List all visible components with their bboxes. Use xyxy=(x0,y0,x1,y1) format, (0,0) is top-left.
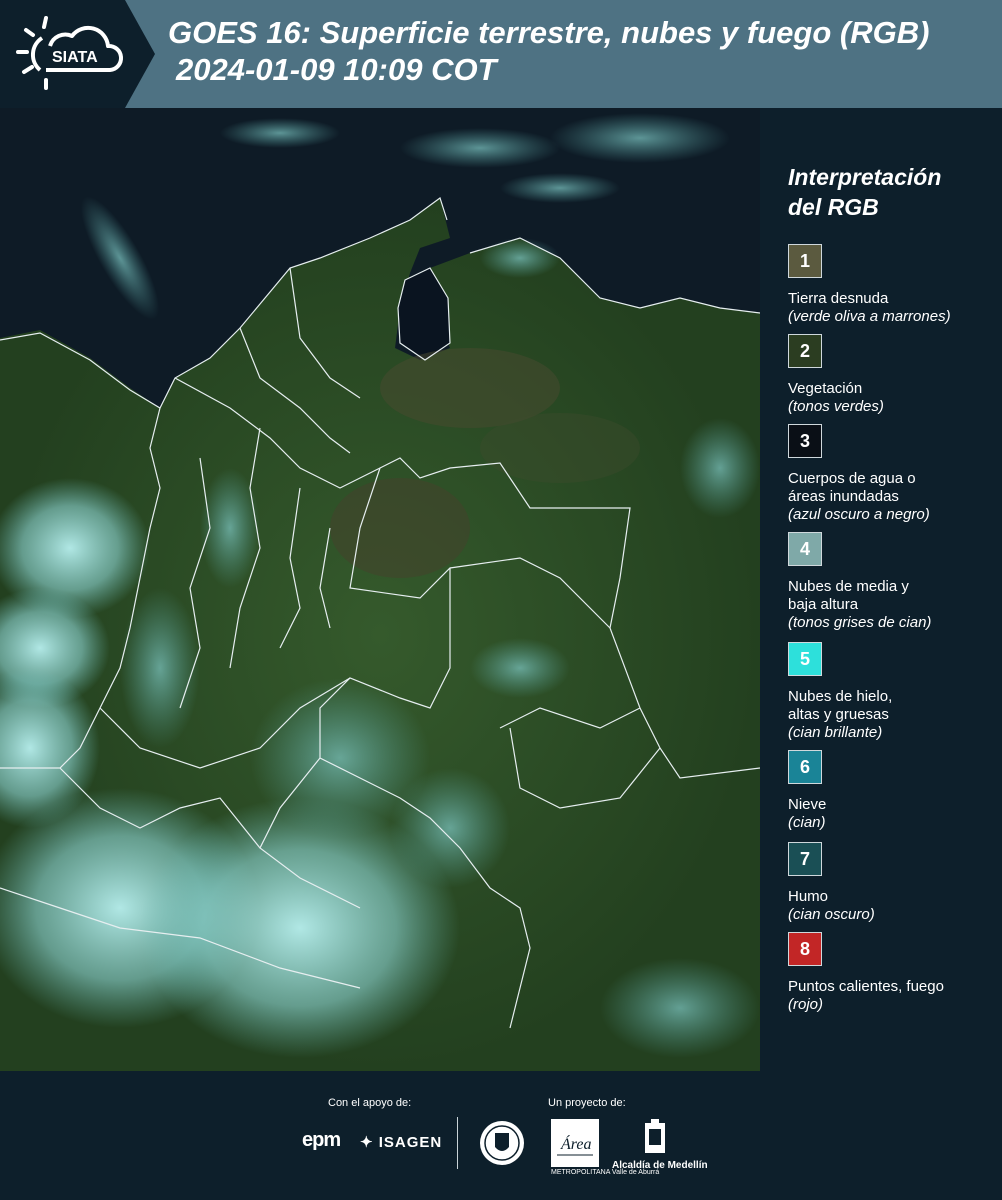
area-logo-word: Área xyxy=(560,1134,592,1153)
legend-item-3: 3 Cuerpos de agua o áreas inundadas (azu… xyxy=(788,424,998,524)
legend-desc-3: (azul oscuro a negro) xyxy=(788,506,930,523)
legend-desc-7: (cian oscuro) xyxy=(788,906,875,923)
legend-panel: Interpretación del RGB 1 Tierra desnuda … xyxy=(760,108,1002,1071)
legend-label-2: Vegetación xyxy=(788,380,863,397)
legend-item-7: 7 Humo (cian oscuro) xyxy=(788,842,998,924)
legend-desc-8: (rojo) xyxy=(788,996,824,1013)
legend-label-5: Nubes de hielo, altas y gruesas xyxy=(788,688,893,723)
legend-item-2: 2 Vegetación (tonos verdes) xyxy=(788,334,998,416)
swatch-8: 8 xyxy=(788,932,822,966)
swatch-2: 2 xyxy=(788,334,822,368)
legend-desc-1: (verde oliva a marrones) xyxy=(788,308,951,325)
legend-item-1: 1 Tierra desnuda (verde oliva a marrones… xyxy=(788,244,998,326)
project-caption: Un proyecto de: xyxy=(548,1097,626,1109)
siata-logo-text: SIATA xyxy=(52,49,98,66)
seal-icon xyxy=(478,1119,526,1172)
title-text: GOES 16: Superficie terrestre, nubes y f… xyxy=(168,15,930,50)
alcaldia-text: Alcaldía de Medellín xyxy=(612,1160,708,1171)
legend-label-4: Nubes de media y baja altura xyxy=(788,578,909,613)
title-date: 2024-01-09 10:09 COT xyxy=(176,52,497,87)
legend-label-1: Tierra desnuda xyxy=(788,290,889,307)
legend-title-text: Interpretación del RGB xyxy=(788,164,942,220)
epm-logo: epm xyxy=(302,1129,341,1151)
footer-divider xyxy=(457,1117,458,1169)
legend-label-8: Puntos calientes, fuego xyxy=(788,978,944,995)
legend-label-3: Cuerpos de agua o áreas inundadas xyxy=(788,470,916,505)
legend-desc-5: (cian brillante) xyxy=(788,724,883,741)
legend-label-6: Nieve xyxy=(788,796,827,813)
support-caption: Con el apoyo de: xyxy=(328,1097,412,1109)
legend-item-5: 5 Nubes de hielo, altas y gruesas (cian … xyxy=(788,642,998,742)
footer: Con el apoyo de: Un proyecto de: epm ✦ I… xyxy=(0,1071,1002,1200)
page-title: GOES 16: Superficie terrestre, nubes y f… xyxy=(168,14,929,88)
isagen-logo: ✦ ISAGEN xyxy=(360,1133,442,1151)
legend-desc-2: (tonos verdes) xyxy=(788,398,884,415)
swatch-5: 5 xyxy=(788,642,822,676)
header-bar: SIATA GOES 16: Superficie terrestre, nub… xyxy=(0,0,1002,108)
isagen-text: ISAGEN xyxy=(378,1134,443,1151)
legend-desc-6: (cian) xyxy=(788,814,826,831)
swatch-3: 3 xyxy=(788,424,822,458)
swatch-6: 6 xyxy=(788,750,822,784)
satellite-map xyxy=(0,108,760,1071)
legend-item-6: 6 Nieve (cian) xyxy=(788,750,998,832)
swatch-4: 4 xyxy=(788,532,822,566)
legend-item-8: 8 Puntos calientes, fuego (rojo) xyxy=(788,932,998,1014)
legend-label-7: Humo xyxy=(788,888,829,905)
alcaldia-shield-icon xyxy=(643,1119,667,1162)
swatch-7: 7 xyxy=(788,842,822,876)
swatch-1: 1 xyxy=(788,244,822,278)
legend-item-4: 4 Nubes de media y baja altura (tonos gr… xyxy=(788,532,998,632)
area-metropolitana-logo: Área xyxy=(551,1119,599,1167)
siata-logo: SIATA xyxy=(0,0,155,108)
isagen-star-icon: ✦ xyxy=(360,1134,374,1151)
legend-desc-4: (tonos grises de cian) xyxy=(788,614,932,631)
legend-title: Interpretación del RGB xyxy=(788,162,968,222)
